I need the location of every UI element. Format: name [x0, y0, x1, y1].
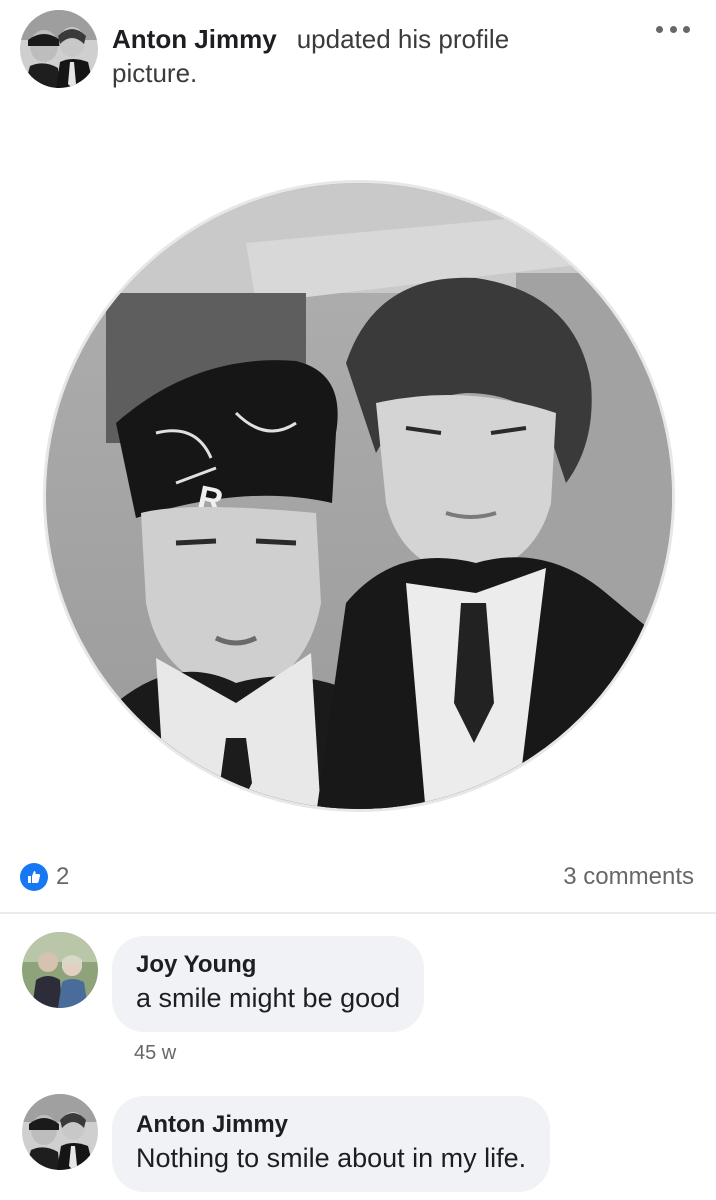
comment-text: Nothing to smile about in my life. — [136, 1143, 527, 1173]
post-header-text: Anton Jimmy updated his profile picture. — [112, 22, 592, 90]
comment-bubble[interactable]: Joy Young a smile might be good — [112, 936, 425, 1032]
comments-count-link[interactable]: 3 comments — [563, 862, 694, 892]
divider — [0, 912, 716, 914]
comment-text: a smile might be good — [136, 983, 401, 1013]
post-author-name[interactable]: Anton Jimmy — [112, 24, 277, 54]
commenter-avatar[interactable] — [22, 932, 98, 1008]
more-horizontal-icon[interactable] — [656, 26, 690, 36]
author-avatar[interactable] — [20, 10, 98, 88]
like-thumb-icon — [20, 863, 48, 891]
commenter-avatar[interactable] — [22, 1094, 98, 1170]
reactions-summary[interactable]: 2 — [20, 862, 69, 892]
like-count: 2 — [56, 863, 70, 890]
commenter-name[interactable]: Anton Jimmy — [136, 1110, 526, 1140]
comment-timestamp[interactable]: 45 w — [134, 1042, 176, 1065]
profile-picture[interactable]: R — [43, 180, 675, 812]
comment-bubble[interactable]: Anton Jimmy Nothing to smile about in my… — [112, 1096, 551, 1192]
commenter-name[interactable]: Joy Young — [136, 950, 400, 980]
post-header: Anton Jimmy updated his profile picture. — [0, 0, 716, 120]
